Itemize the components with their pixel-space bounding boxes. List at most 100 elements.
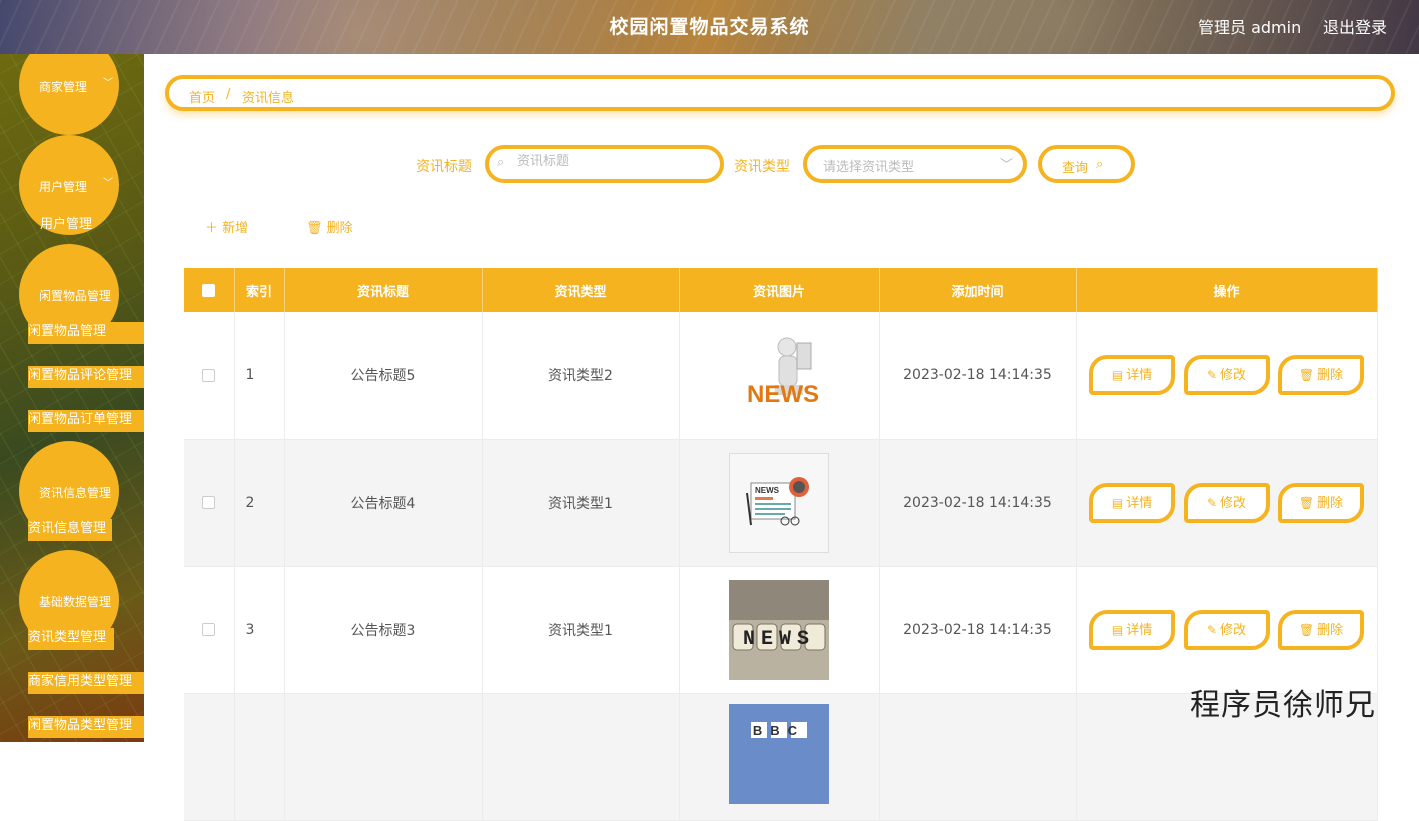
title-search-input[interactable] (517, 154, 697, 169)
detail-button[interactable]: ▤ 详情 (1089, 355, 1176, 396)
news-letter-tiles-image: NEWS (729, 579, 829, 680)
title-search-input-wrap: ⌕ (485, 145, 724, 183)
row-time: 2023-02-18 14:14:35 (879, 312, 1077, 440)
row-index: 1 (234, 312, 285, 440)
search-icon: ⌕ (497, 155, 505, 170)
query-button[interactable]: 查询 ⌕ (1038, 145, 1135, 183)
row-index: 3 (234, 566, 285, 694)
trash-icon: 🗑 (306, 221, 323, 236)
column-header: 资讯类型 (482, 268, 680, 312)
menu-label: 闲置物品管理 (39, 289, 112, 303)
select-all-cell (184, 268, 235, 312)
query-button-label: 查询 (1062, 161, 1089, 176)
pencil-icon: ✎ (1206, 622, 1218, 637)
logout-link[interactable]: 退出登录 (1323, 14, 1387, 38)
table-row: 3 公告标题3 资讯类型1 NEWS 2023-02-18 14:14:35 ▤… (184, 566, 1378, 694)
document-icon: ▤ (1111, 622, 1124, 637)
sidebar-item-credit-type[interactable]: 商家信用类型管理 (28, 672, 144, 694)
delete-button[interactable]: 🗑 删除 (1277, 482, 1364, 523)
table-row: 2 公告标题4 资讯类型1 NEWS 2023-02-18 14:14:35 ▤… (184, 439, 1378, 567)
news-3d-figure-image: NEWS (729, 325, 829, 426)
sidebar: 商家管理 ﹀ 用户管理 ﹀ 用户管理 闲置物品管理 闲置物品管理 闲置物品评论管… (0, 54, 144, 742)
add-button[interactable]: ＋ 新增 (205, 217, 248, 236)
edit-label: 修改 (1220, 622, 1247, 638)
row-checkbox[interactable] (202, 496, 216, 509)
delete-button[interactable]: 🗑 删除 (1277, 609, 1364, 650)
breadcrumb-current: 资讯信息 (242, 91, 295, 106)
detail-label: 详情 (1126, 368, 1153, 384)
column-header: 资讯图片 (679, 268, 880, 312)
bbc-logo-image: BBC (729, 703, 829, 804)
sidebar-item-goods-manage[interactable]: 闲置物品管理 (28, 322, 144, 344)
row-type: 资讯类型1 (482, 439, 680, 567)
document-icon: ▤ (1111, 368, 1124, 383)
title-search-label: 资讯标题 (416, 159, 472, 175)
plus-icon: ＋ (205, 221, 219, 236)
row-image-cell: NEWS (679, 566, 880, 694)
row-checkbox[interactable] (202, 368, 216, 382)
column-header: 添加时间 (879, 268, 1077, 312)
row-index (234, 693, 285, 821)
edit-label: 修改 (1220, 495, 1247, 511)
sidebar-item-goods-type[interactable]: 闲置物品类型管理 (28, 716, 144, 738)
delete-label: 删除 (1317, 495, 1344, 511)
column-header: 索引 (234, 268, 285, 312)
delete-button[interactable]: 🗑 删除 (1277, 355, 1364, 396)
row-image-cell: NEWS (679, 312, 880, 440)
news-table: 索引 资讯标题 资讯类型 资讯图片 添加时间 操作 1 公告标题5 资讯类型2 … (184, 268, 1378, 821)
search-icon: ⌕ (1096, 157, 1104, 172)
edit-button[interactable]: ✎ 修改 (1183, 609, 1270, 650)
row-title: 公告标题4 (284, 439, 483, 567)
row-index: 2 (234, 439, 285, 567)
row-actions: ▤ 详情 ✎ 修改 🗑 删除 (1076, 566, 1378, 694)
column-header: 操作 (1076, 268, 1378, 312)
news-image-text: NEWS (743, 628, 815, 651)
sidebar-item-goods-order[interactable]: 闲置物品订单管理 (28, 410, 144, 432)
row-title (284, 693, 483, 821)
current-user: 管理员 admin (1198, 18, 1302, 37)
edit-button[interactable]: ✎ 修改 (1183, 482, 1270, 523)
row-image-cell: NEWS (679, 439, 880, 567)
detail-button[interactable]: ▤ 详情 (1089, 609, 1176, 650)
sidebar-item-news-manage[interactable]: 资讯信息管理 (28, 519, 112, 541)
breadcrumb-separator: / (226, 87, 231, 102)
select-all-checkbox[interactable] (202, 283, 216, 297)
bbc-logo-text: BBC (753, 723, 805, 738)
chevron-down-icon: ﹀ (103, 78, 113, 89)
detail-label: 详情 (1126, 622, 1153, 638)
row-time: 2023-02-18 14:14:35 (879, 566, 1077, 694)
row-actions: ▤ 详情 ✎ 修改 🗑 删除 (1076, 439, 1378, 567)
row-checkbox[interactable] (202, 623, 216, 636)
row-time: 2023-02-18 14:14:35 (879, 439, 1077, 567)
edit-button[interactable]: ✎ 修改 (1183, 355, 1270, 396)
sidebar-item-news-type[interactable]: 资讯类型管理 (28, 628, 114, 650)
breadcrumb-home[interactable]: 首页 (189, 87, 215, 106)
row-title: 公告标题3 (284, 566, 483, 694)
detail-label: 详情 (1126, 495, 1153, 511)
row-time (879, 693, 1077, 821)
top-header: 校园闲置物品交易系统 管理员 admin 退出登录 (0, 0, 1419, 54)
add-button-label: 新增 (222, 221, 249, 236)
trash-icon: 🗑 (1298, 495, 1315, 510)
menu-label: 商家管理 (39, 80, 88, 94)
pencil-icon: ✎ (1206, 495, 1218, 510)
news-image-text: NEWS (755, 486, 780, 495)
menu-label: 基础数据管理 (39, 595, 112, 609)
edit-label: 修改 (1220, 368, 1247, 384)
pencil-icon: ✎ (1206, 368, 1218, 383)
detail-button[interactable]: ▤ 详情 (1089, 482, 1176, 523)
batch-delete-button[interactable]: 🗑 删除 (306, 217, 353, 236)
trash-icon: 🗑 (1298, 368, 1315, 383)
table-header-row: 索引 资讯标题 资讯类型 资讯图片 添加时间 操作 (184, 268, 1378, 312)
delete-label: 删除 (1317, 368, 1344, 384)
news-image-text: NEWS (747, 381, 819, 408)
trash-icon: 🗑 (1298, 622, 1315, 637)
table-row: 1 公告标题5 资讯类型2 NEWS 2023-02-18 14:14:35 ▤… (184, 312, 1378, 440)
row-image-cell: BBC (679, 693, 880, 821)
row-title: 公告标题5 (284, 312, 483, 440)
sidebar-item-user-manage[interactable]: 用户管理 (40, 213, 120, 232)
row-type: 资讯类型2 (482, 312, 680, 440)
type-select[interactable]: 请选择资讯类型 ﹀ (803, 145, 1027, 183)
sidebar-item-goods-comment[interactable]: 闲置物品评论管理 (28, 366, 144, 388)
document-icon: ▤ (1111, 495, 1124, 510)
